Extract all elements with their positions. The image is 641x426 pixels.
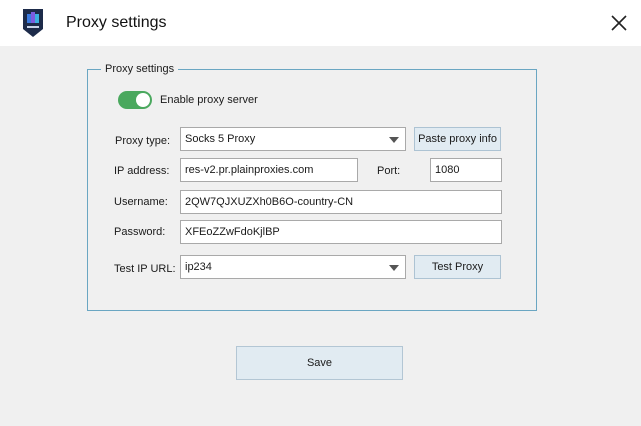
proxy-type-label: Proxy type: bbox=[115, 135, 171, 147]
proxy-type-select[interactable]: Socks 5 Proxy bbox=[180, 127, 406, 151]
test-ip-url-select[interactable]: ip234 bbox=[180, 255, 406, 279]
close-button[interactable] bbox=[604, 8, 634, 38]
username-input[interactable]: 2QW7QJXUZXh0B6O-country-CN bbox=[180, 190, 502, 214]
close-icon bbox=[611, 15, 627, 31]
port-label: Port: bbox=[377, 165, 401, 177]
group-label: Proxy settings bbox=[101, 62, 179, 76]
password-input[interactable]: XFEoZZwFdoKjlBP bbox=[180, 220, 502, 244]
ip-address-label: IP address: bbox=[114, 165, 170, 177]
chevron-down-icon bbox=[389, 265, 399, 271]
port-input[interactable]: 1080 bbox=[430, 158, 502, 182]
test-ip-url-label: Test IP URL: bbox=[114, 263, 176, 275]
enable-proxy-toggle[interactable] bbox=[118, 91, 152, 109]
save-button[interactable]: Save bbox=[236, 346, 403, 380]
enable-proxy-label: Enable proxy server bbox=[160, 94, 258, 106]
test-proxy-button[interactable]: Test Proxy bbox=[414, 255, 501, 279]
password-label: Password: bbox=[114, 226, 166, 238]
proxy-type-value: Socks 5 Proxy bbox=[185, 133, 256, 145]
toggle-knob bbox=[136, 93, 150, 107]
title-bar: Proxy settings bbox=[0, 0, 641, 46]
chevron-down-icon bbox=[389, 137, 399, 143]
app-logo-icon bbox=[21, 7, 45, 39]
ip-address-input[interactable]: res-v2.pr.plainproxies.com bbox=[180, 158, 358, 182]
paste-proxy-info-button[interactable]: Paste proxy info bbox=[414, 127, 501, 151]
window-title: Proxy settings bbox=[66, 14, 167, 31]
test-ip-url-value: ip234 bbox=[185, 261, 212, 273]
username-label: Username: bbox=[114, 196, 168, 208]
